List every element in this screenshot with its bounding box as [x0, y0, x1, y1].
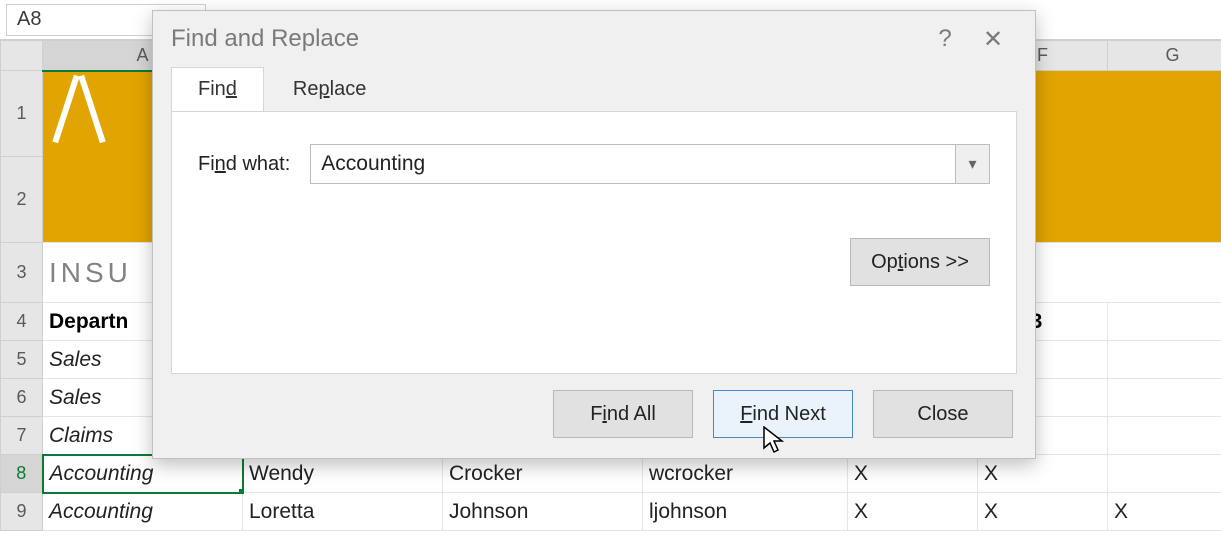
row-header-9[interactable]: 9	[1, 493, 43, 531]
find-what-input[interactable]	[311, 145, 955, 183]
find-what-dropdown[interactable]: ▾	[955, 145, 989, 183]
find-all-button[interactable]: Find All	[553, 390, 693, 438]
find-replace-dialog: Find and Replace ? ✕ Find Replace Find w…	[152, 10, 1036, 459]
row-header-2[interactable]: 2	[1, 157, 43, 243]
logo-icon	[49, 78, 109, 138]
cell-G5[interactable]	[1108, 341, 1221, 379]
tab-find[interactable]: Find	[171, 67, 264, 112]
help-button[interactable]: ?	[921, 15, 969, 63]
help-icon: ?	[938, 25, 951, 53]
row-header-4[interactable]: 4	[1, 303, 43, 341]
select-all-corner[interactable]	[1, 41, 43, 71]
row-header-7[interactable]: 7	[1, 417, 43, 455]
cell-G8[interactable]	[1108, 455, 1221, 493]
cell-A9[interactable]: Accounting	[43, 493, 243, 531]
find-next-button[interactable]: Find Next	[713, 390, 853, 438]
dialog-title: Find and Replace	[171, 25, 359, 53]
close-dialog-button[interactable]: Close	[873, 390, 1013, 438]
row-header-8[interactable]: 8	[1, 455, 43, 493]
name-box-value: A8	[17, 8, 41, 31]
cell-G4[interactable]	[1108, 303, 1221, 341]
row-header-5[interactable]: 5	[1, 341, 43, 379]
cell-C9[interactable]: Johnson	[443, 493, 643, 531]
col-header-G[interactable]: G	[1108, 41, 1221, 71]
cell-F9[interactable]: X	[978, 493, 1108, 531]
row-header-3[interactable]: 3	[1, 243, 43, 303]
cell-F8[interactable]: X	[978, 455, 1108, 493]
cell-G9[interactable]: X	[1108, 493, 1221, 531]
close-button[interactable]: ✕	[969, 15, 1017, 63]
cell-C8[interactable]: Crocker	[443, 455, 643, 493]
cell-B8[interactable]: Wendy	[243, 455, 443, 493]
dialog-titlebar[interactable]: Find and Replace ? ✕	[153, 11, 1035, 67]
cell-G6[interactable]	[1108, 379, 1221, 417]
close-icon: ✕	[983, 25, 1003, 54]
find-what-combo[interactable]: ▾	[310, 144, 990, 184]
cell-A8[interactable]: Accounting	[43, 455, 243, 493]
row-header-6[interactable]: 6	[1, 379, 43, 417]
cell-E9[interactable]: X	[848, 493, 978, 531]
tab-replace[interactable]: Replace	[266, 67, 393, 112]
cell-G7[interactable]	[1108, 417, 1221, 455]
cell-D9[interactable]: ljohnson	[643, 493, 848, 531]
cell-E8[interactable]: X	[848, 455, 978, 493]
cell-B9[interactable]: Loretta	[243, 493, 443, 531]
row-header-1[interactable]: 1	[1, 71, 43, 157]
cell-D8[interactable]: wcrocker	[643, 455, 848, 493]
options-button[interactable]: Options >>	[850, 238, 990, 286]
chevron-down-icon: ▾	[968, 154, 976, 174]
find-what-label: Find what:	[198, 153, 290, 176]
